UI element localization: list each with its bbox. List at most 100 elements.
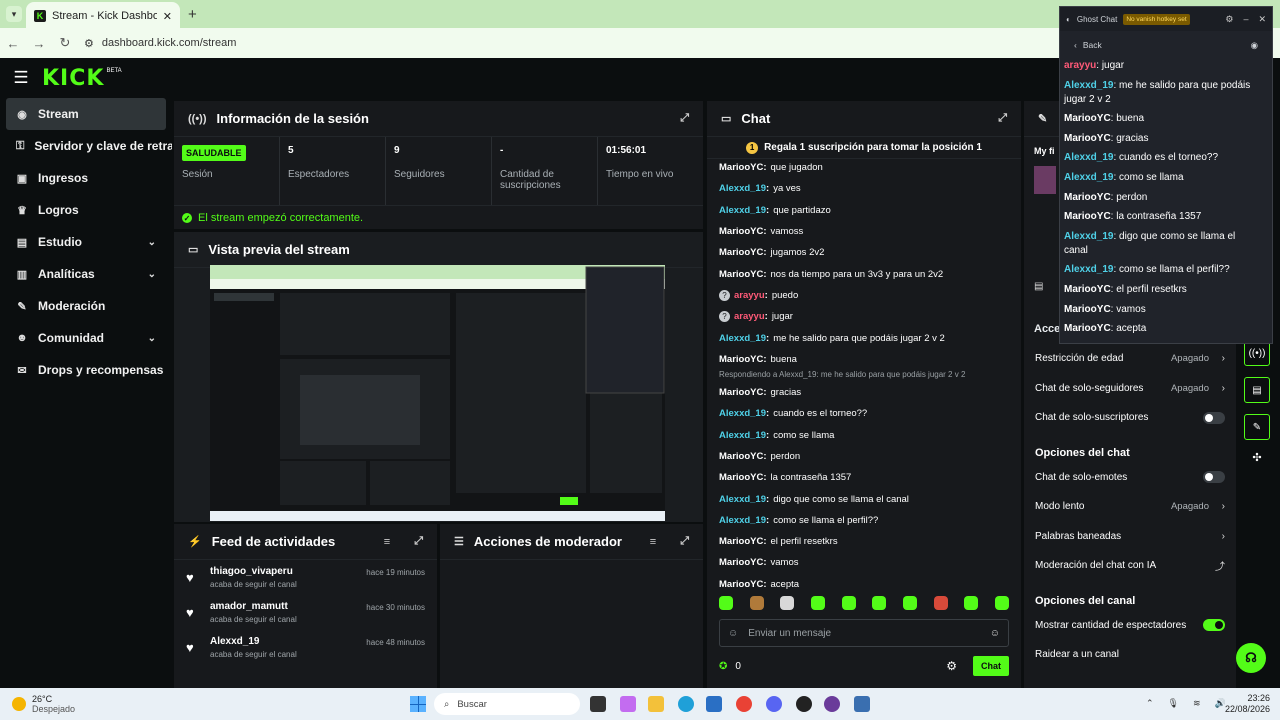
hotkey-badge[interactable]: No vanish hotkey set	[1123, 13, 1190, 25]
feed-user[interactable]: thiagoo_vivaperu	[210, 566, 297, 577]
chat-username[interactable]: MariooYC	[719, 451, 763, 462]
chat-username[interactable]: MariooYC	[719, 226, 763, 237]
emote-icon[interactable]	[780, 596, 795, 610]
chat-username[interactable]: MariooYC	[719, 354, 763, 365]
support-headset-button[interactable]: ☊	[1236, 643, 1266, 673]
ghost-username[interactable]: MariooYC	[1064, 304, 1111, 315]
copilot-icon[interactable]	[620, 696, 636, 712]
minimize-icon[interactable]: –	[1243, 14, 1248, 25]
sidebar-item-moderation[interactable]: ✎ Moderación	[0, 290, 172, 322]
browser-tab[interactable]: K Stream - Kick Dashboard ✕	[26, 2, 180, 30]
chat-username[interactable]: MariooYC	[719, 579, 763, 590]
back-icon[interactable]: ←	[0, 36, 26, 51]
pinned-gift-banner[interactable]: 1 Regala 1 suscripción para tomar la pos…	[707, 137, 1021, 159]
new-tab-button[interactable]: +	[188, 6, 197, 23]
option-raid-channel[interactable]: Raidear a un canal	[1024, 640, 1236, 670]
send-chat-button[interactable]: Chat	[973, 656, 1009, 676]
puzzle-icon[interactable]: ✣	[1244, 451, 1270, 464]
forward-icon[interactable]: →	[26, 36, 52, 51]
settings-gear-icon[interactable]: ⚙	[946, 659, 957, 673]
sidebar-item-studio[interactable]: ▤ Estudio ⌄	[0, 226, 172, 258]
weather-widget[interactable]: 26°C Despejado	[12, 694, 75, 714]
start-icon[interactable]	[410, 696, 426, 712]
shield-icon[interactable]	[854, 696, 870, 712]
chat-username[interactable]: Alexxd_19	[719, 333, 766, 344]
sidebar-item-server-key[interactable]: ⚿ Servidor y clave de retransmisión	[0, 130, 172, 162]
url-field[interactable]: ⚙ dashboard.kick.com/stream	[84, 37, 236, 50]
reload-icon[interactable]: ↻	[52, 35, 78, 51]
option-banned-words[interactable]: Palabras baneadas ›	[1024, 522, 1236, 552]
layout-quick-icon[interactable]: ▤	[1244, 377, 1270, 403]
explorer-icon[interactable]	[648, 696, 664, 712]
chat-username[interactable]: Alexxd_19	[719, 205, 766, 216]
popout-icon[interactable]: ⤢	[680, 112, 689, 125]
close-tab-icon[interactable]: ✕	[163, 10, 172, 23]
chat-username[interactable]: Alexxd_19	[719, 430, 766, 441]
chat-input[interactable]: ☺ Enviar un mensaje ☺	[719, 619, 1009, 647]
feed-user[interactable]: Alexxd_19	[210, 636, 297, 647]
app-icon[interactable]	[824, 696, 840, 712]
ghost-username[interactable]: Alexxd_19	[1064, 231, 1113, 242]
kick-logo[interactable]: KICK	[42, 66, 104, 91]
chat-username[interactable]: MariooYC	[719, 269, 763, 280]
chat-username[interactable]: MariooYC	[719, 387, 763, 398]
chat-username[interactable]: MariooYC	[719, 557, 763, 568]
chat-username[interactable]: MariooYC	[719, 162, 763, 173]
wifi-icon[interactable]: ≋	[1193, 698, 1201, 709]
sidebar-item-community[interactable]: ☻ Comunidad ⌄	[0, 322, 172, 354]
ghost-username[interactable]: Alexxd_19	[1064, 264, 1113, 275]
chrome-icon[interactable]	[736, 696, 752, 712]
chat-username[interactable]: Alexxd_19	[719, 408, 766, 419]
option-slow-mode[interactable]: Modo lento Apagado ›	[1024, 492, 1236, 522]
popout-icon[interactable]: ⤢	[998, 112, 1007, 125]
emote-icon[interactable]	[749, 596, 764, 610]
back-button[interactable]: Back	[1083, 40, 1102, 50]
ghost-username[interactable]: Alexxd_19	[1064, 152, 1113, 163]
emotes-only-toggle[interactable]	[1203, 471, 1225, 484]
chat-username[interactable]: Alexxd_19	[719, 183, 766, 194]
emote-icon[interactable]	[933, 596, 948, 610]
settings-icon[interactable]: ⚙	[1225, 14, 1233, 25]
emote-icon[interactable]	[902, 596, 917, 610]
ghost-username[interactable]: MariooYC	[1064, 192, 1111, 203]
emote-icon[interactable]	[841, 596, 856, 610]
obs-icon[interactable]	[796, 696, 812, 712]
sidebar-item-stream[interactable]: ◉ Stream	[6, 98, 166, 130]
sidebar-item-analytics[interactable]: ▥ Analíticas ⌄	[0, 258, 172, 290]
ghost-username[interactable]: arayyu	[1064, 60, 1096, 71]
emote-icon[interactable]	[719, 596, 733, 610]
ghost-username[interactable]: Alexxd_19	[1064, 172, 1113, 183]
stream-preview-video[interactable]	[210, 265, 665, 521]
subs-only-toggle[interactable]	[1203, 411, 1225, 424]
menu-icon[interactable]: ☰	[0, 68, 42, 88]
sidebar-item-drops[interactable]: ✉ Drops y recompensas	[0, 354, 172, 386]
wrench-quick-icon[interactable]: ✎	[1244, 414, 1270, 440]
ghost-username[interactable]: MariooYC	[1064, 211, 1111, 222]
ghost-username[interactable]: Alexxd_19	[1064, 80, 1113, 91]
sidebar-item-achievements[interactable]: ♛ Logros	[0, 194, 172, 226]
emote-icon[interactable]	[872, 596, 887, 610]
emote-picker-icon[interactable]: ☺	[728, 628, 738, 639]
emote-icon[interactable]	[810, 596, 825, 610]
sidebar-item-income[interactable]: ▣ Ingresos	[0, 162, 172, 194]
close-icon[interactable]: ✕	[1258, 14, 1266, 25]
filter-icon[interactable]: ≡	[384, 536, 390, 548]
chat-username[interactable]: arayyu	[734, 311, 765, 322]
popout-icon[interactable]: ⤢	[414, 535, 423, 548]
chat-username[interactable]: MariooYC	[719, 472, 763, 483]
chevron-left-icon[interactable]: ‹	[1074, 40, 1077, 50]
discord-icon[interactable]	[766, 696, 782, 712]
eye-icon[interactable]: ◉	[1251, 40, 1258, 51]
clock[interactable]: 23:26 22/08/2026	[1225, 693, 1270, 715]
chat-username[interactable]: arayyu	[734, 290, 765, 301]
store-icon[interactable]	[706, 696, 722, 712]
chat-username[interactable]: Alexxd_19	[719, 515, 766, 526]
show-viewers-toggle[interactable]	[1203, 619, 1225, 632]
chevron-up-icon[interactable]: ⌃	[1146, 698, 1154, 709]
popout-icon[interactable]: ⤢	[680, 535, 689, 548]
tab-list-dropdown[interactable]: ▾	[6, 6, 22, 22]
emote-icon[interactable]	[994, 596, 1009, 610]
emote-icon[interactable]	[964, 596, 979, 610]
avatar[interactable]	[1034, 166, 1056, 194]
chat-username[interactable]: MariooYC	[719, 536, 763, 547]
